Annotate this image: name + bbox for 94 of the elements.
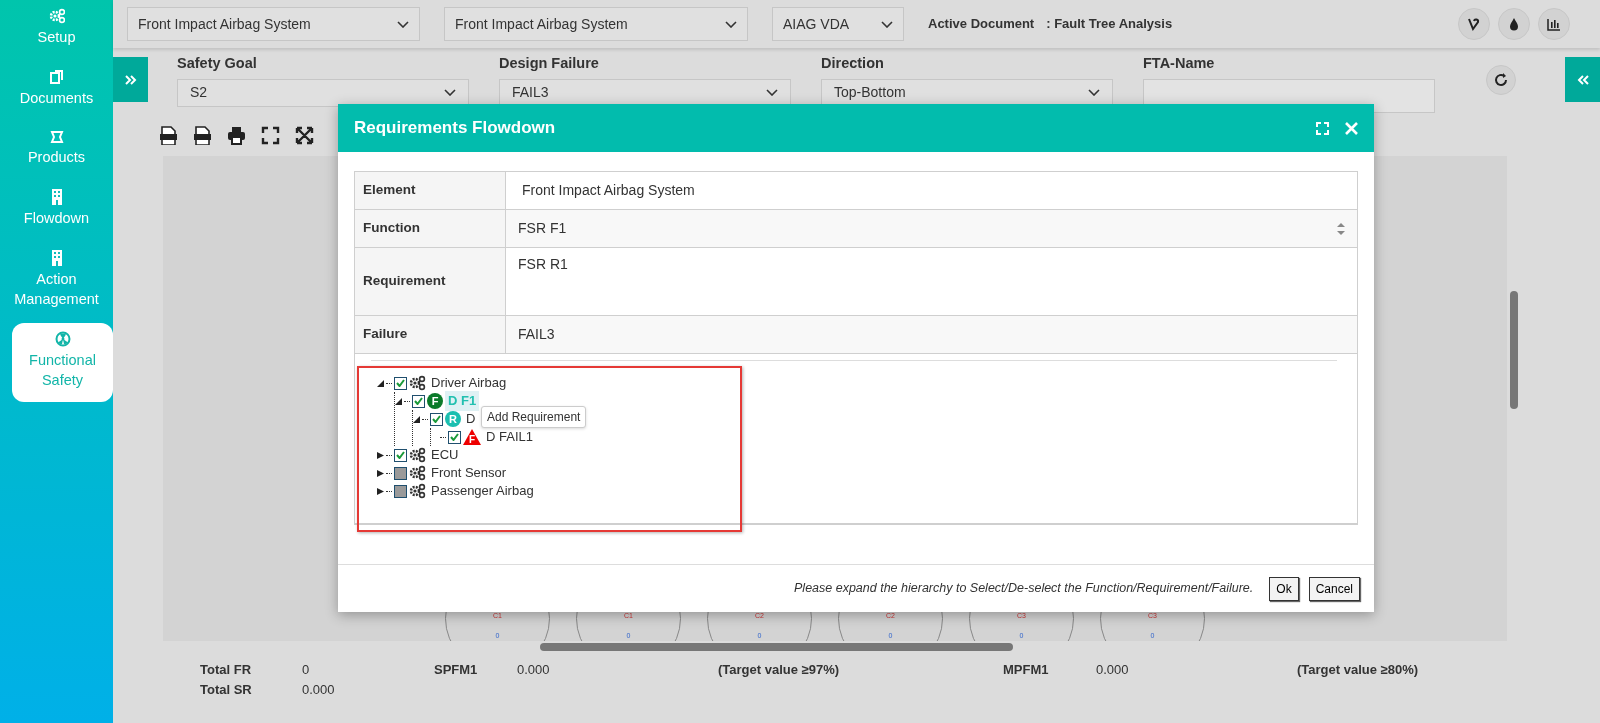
- text-field[interactable]: Front Impact Airbag System: [506, 172, 1357, 209]
- scrollbar-thumb[interactable]: [540, 643, 1013, 651]
- active-document-label: Active Document: [928, 15, 1035, 34]
- stat-label: Total SR: [200, 681, 252, 699]
- refresh-button[interactable]: [1486, 65, 1516, 95]
- field-label: Element: [355, 172, 506, 209]
- field-label: Function: [355, 210, 506, 247]
- chevron-down-icon: [397, 20, 409, 28]
- collapsed-arrow-icon[interactable]: [377, 487, 384, 495]
- footer-note: Please expand the hierarchy to Select/De-select the Function/Requirement/Failure.: [794, 580, 1254, 598]
- select-field[interactable]: Front Impact Airbag System: [127, 7, 420, 41]
- readonly-field: FAIL3: [506, 316, 1357, 353]
- double-chevron-icon: [1576, 74, 1589, 85]
- expanded-arrow-icon[interactable]: [395, 397, 402, 405]
- stat-label: MPFM1: [1003, 661, 1049, 679]
- select-field[interactable]: Front Impact Airbag System: [444, 7, 748, 41]
- bar-chart-icon[interactable]: [1546, 16, 1562, 32]
- expand-arrows-icon[interactable]: [295, 125, 314, 145]
- field-label: Direction: [821, 54, 885, 73]
- requirement-badge: R: [445, 411, 461, 427]
- field-label: Design Failure: [499, 54, 600, 73]
- ok-button[interactable]: Ok: [1269, 576, 1299, 601]
- select-field[interactable]: AIAG VDA: [772, 7, 904, 41]
- chevron-down-icon: [444, 89, 456, 97]
- check-icon: [396, 451, 405, 459]
- collapsed-arrow-icon[interactable]: [377, 469, 384, 477]
- collapse-panel-button[interactable]: [1565, 57, 1600, 102]
- field-label: Requirement: [355, 248, 506, 315]
- expanded-arrow-icon[interactable]: [377, 379, 384, 387]
- chevron-down-icon: [881, 20, 893, 28]
- expanded-arrow-icon[interactable]: [413, 415, 420, 423]
- checkbox[interactable]: [394, 466, 407, 480]
- select-field[interactable]: FAIL3: [499, 78, 791, 107]
- cancel-button[interactable]: Cancel: [1308, 576, 1360, 601]
- fullscreen-icon[interactable]: [261, 125, 280, 145]
- chevron-down-icon: [766, 89, 778, 97]
- field-label: FTA-Name: [1143, 54, 1216, 73]
- checkbox[interactable]: [448, 430, 461, 444]
- vine-icon[interactable]: [1466, 16, 1482, 32]
- checkbox[interactable]: [412, 394, 425, 408]
- check-icon: [396, 379, 405, 387]
- gears-icon: [409, 375, 426, 391]
- target-note: (Target value ≥80%): [1297, 661, 1419, 679]
- field-label: Failure: [355, 316, 506, 353]
- gears-icon: [409, 447, 426, 463]
- checkbox[interactable]: [430, 412, 443, 426]
- stat-value: 0.000: [302, 681, 335, 699]
- check-icon: [450, 433, 459, 441]
- check-icon: [432, 415, 441, 423]
- building-icon: [50, 250, 63, 266]
- spinner-arrows-icon: [1337, 222, 1345, 235]
- select-field[interactable]: FSR F1: [506, 210, 1357, 247]
- tree-node-label[interactable]: ECU: [428, 445, 462, 465]
- drop-button[interactable]: [1498, 8, 1530, 40]
- tree-node-label[interactable]: Passenger Airbag: [428, 481, 537, 501]
- function-badge: F: [427, 393, 443, 409]
- tree-node-label[interactable]: Driver Airbag: [428, 373, 510, 393]
- stat-value: 0.000: [1096, 661, 1129, 679]
- active-document-value: : Fault Tree Analysis: [1046, 15, 1173, 34]
- target-note: (Target value ≥97%): [718, 661, 840, 679]
- chevron-down-icon: [725, 20, 737, 28]
- bar-chart-button[interactable]: [1538, 8, 1570, 40]
- double-chevron-icon: [124, 74, 137, 85]
- tree-node-label[interactable]: Front Sensor: [428, 463, 510, 483]
- chevron-down-icon: [1088, 89, 1100, 97]
- checkbox[interactable]: [394, 448, 407, 462]
- select-field[interactable]: Top-Bottom: [821, 78, 1113, 107]
- stat-value: 0.000: [517, 661, 550, 679]
- checkbox[interactable]: [394, 484, 407, 498]
- text-area[interactable]: FSR R1: [506, 248, 1357, 315]
- copy-icon: [49, 69, 64, 85]
- collapsed-arrow-icon[interactable]: [377, 451, 384, 459]
- select-field[interactable]: S2: [177, 78, 469, 107]
- refresh-icon: [1494, 73, 1508, 87]
- field-label: Safety Goal: [177, 54, 258, 73]
- scrollbar-thumb[interactable]: [1510, 291, 1518, 409]
- building-icon: [50, 189, 63, 205]
- tree-node-label[interactable]: D: [463, 409, 479, 429]
- printer-icon[interactable]: [227, 125, 246, 145]
- stat-label: SPFM1: [434, 661, 478, 679]
- frame-icon: [49, 130, 64, 144]
- tooltip: Add Requirement: [481, 406, 587, 428]
- check-icon: [414, 397, 423, 405]
- modal-title: Requirements Flowdown: [354, 117, 556, 140]
- checkbox[interactable]: [394, 376, 407, 390]
- gears-icon: [409, 483, 426, 499]
- failure-badge: F: [463, 429, 481, 445]
- gears-icon: [48, 8, 65, 24]
- stat-label: Total FR: [200, 661, 252, 679]
- stat-value: 0: [302, 661, 310, 679]
- radiation-icon: [54, 331, 71, 347]
- vine-button[interactable]: [1458, 8, 1490, 40]
- tree-node-label[interactable]: D FAIL1: [483, 427, 536, 447]
- gears-icon: [409, 465, 426, 481]
